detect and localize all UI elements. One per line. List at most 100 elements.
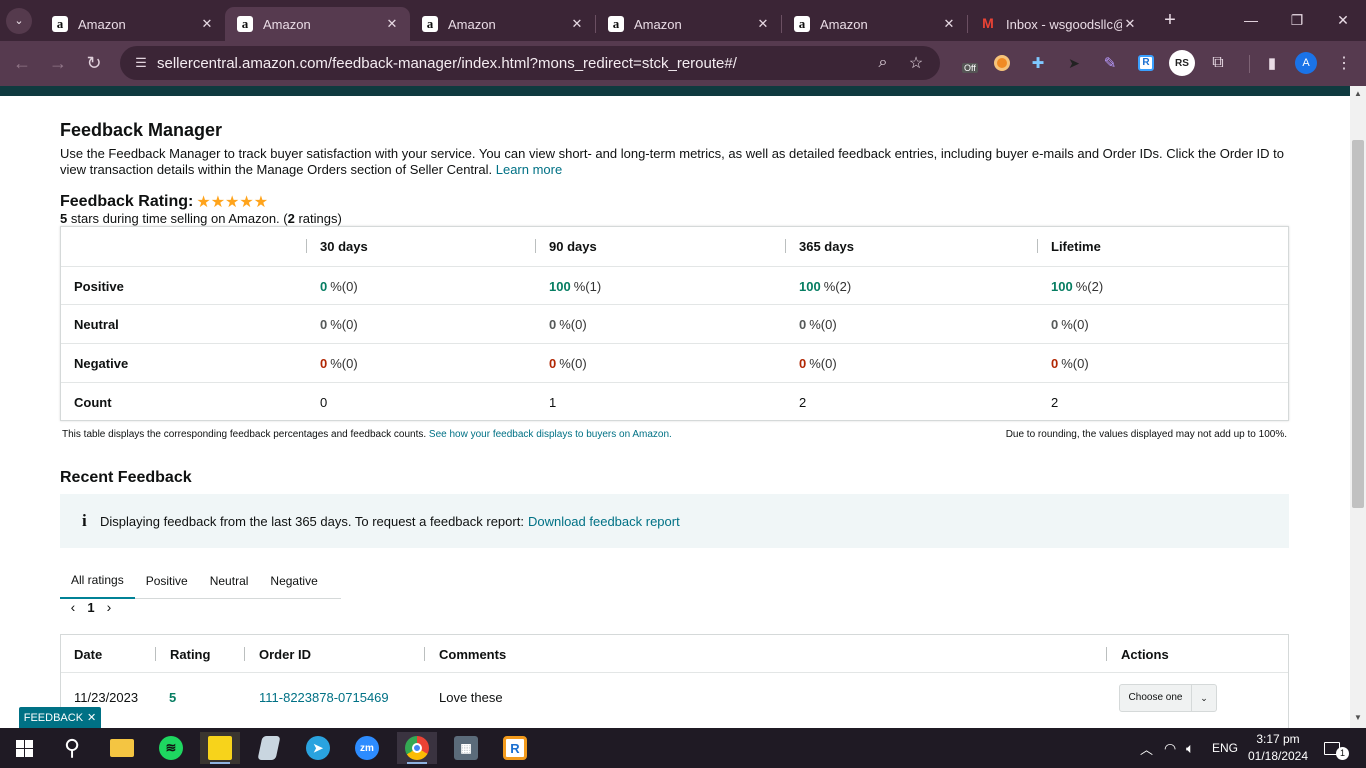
scroll-up-icon[interactable]: ▲	[1350, 89, 1366, 98]
browser-tab[interactable]: a Amazon ✕	[40, 7, 225, 41]
metric-count: %(0)	[559, 316, 587, 332]
page-scrollbar[interactable]: ▲ ▼	[1350, 86, 1366, 728]
extension-r-logo-icon[interactable]: R	[1133, 50, 1159, 76]
header-rating: Rating	[154, 635, 210, 673]
extension-blue-puzzle-icon[interactable]: ✚	[1025, 50, 1051, 76]
metric-percent: 0	[549, 316, 557, 332]
metric-cell: 0 %(0)	[799, 305, 837, 343]
profile-avatar[interactable]: A	[1295, 52, 1317, 74]
site-settings-icon[interactable]: ☰	[128, 55, 154, 71]
scrollbar-thumb[interactable]	[1352, 140, 1364, 508]
metric-cell: 100 %(2)	[799, 267, 851, 305]
forward-arrow-icon[interactable]: →	[40, 45, 76, 81]
notes-app-icon[interactable]	[249, 732, 289, 764]
extension-feather-icon[interactable]: ✎	[1097, 50, 1123, 76]
metric-percent: 0	[799, 316, 807, 332]
extension-off-icon[interactable]: Off ☁	[956, 50, 982, 76]
tab-search-icon[interactable]: ⌄	[6, 7, 32, 34]
tab-title: Amazon	[634, 16, 682, 32]
header-date: Date	[74, 646, 103, 662]
download-feedback-report-link[interactable]: Download feedback report	[528, 514, 680, 529]
back-arrow-icon[interactable]: ←	[4, 45, 40, 81]
tab-neutral[interactable]: Neutral	[199, 562, 260, 599]
browser-menu-icon[interactable]: ⋮	[1331, 50, 1357, 76]
tab-close-icon[interactable]: ✕	[384, 16, 400, 32]
info-icon: i	[82, 511, 87, 530]
info-text: Displaying feedback from the last 365 da…	[100, 513, 524, 529]
browser-tab[interactable]: a Amazon ✕	[596, 7, 781, 41]
windows-start-icon[interactable]	[4, 732, 44, 764]
telegram-icon[interactable]: ➤	[298, 732, 338, 764]
browser-tab-gmail[interactable]: M Inbox - wsgoodsllc@ ✕	[968, 7, 1148, 41]
language-indicator[interactable]: ENG	[1212, 728, 1238, 768]
window-close-icon[interactable]: ✕	[1320, 0, 1366, 40]
extensions-puzzle-icon[interactable]: ⧉	[1205, 50, 1231, 76]
zoom-icon[interactable]: zm	[347, 732, 387, 764]
tab-all-ratings[interactable]: All ratings	[60, 562, 135, 599]
order-id-link[interactable]: 111-8223878-0715469	[259, 674, 389, 720]
tab-positive[interactable]: Positive	[135, 562, 199, 599]
zoom-label: zm	[355, 736, 379, 760]
search-icon[interactable]: ⚲	[52, 732, 92, 764]
browser-tab[interactable]: a Amazon ✕	[410, 7, 595, 41]
feedback-tab-button[interactable]: FEEDBACK ✕	[19, 707, 101, 728]
browser-tab[interactable]: a Amazon ✕	[782, 7, 967, 41]
notification-center-icon[interactable]: 1	[1324, 728, 1349, 768]
url-text[interactable]: sellercentral.amazon.com/feedback-manage…	[157, 55, 737, 72]
bookmark-star-icon[interactable]: ☆	[901, 46, 931, 80]
new-tab-plus-icon[interactable]: +	[1156, 7, 1184, 35]
system-clock[interactable]: 3:17 pm 01/18/2024	[1246, 731, 1310, 765]
scroll-down-icon[interactable]: ▼	[1350, 713, 1366, 722]
feedback-display-link[interactable]: See how your feedback displays to buyers…	[429, 429, 672, 440]
sticky-notes-icon[interactable]	[200, 732, 240, 764]
previous-page-icon[interactable]: ‹	[66, 599, 80, 615]
minimize-icon[interactable]: —	[1228, 0, 1274, 40]
r-app-icon[interactable]: R	[495, 732, 535, 764]
recent-feedback-title: Recent Feedback	[60, 469, 192, 486]
volume-icon[interactable]: 🔈︎	[1186, 728, 1194, 768]
tab-close-icon[interactable]: ✕	[199, 16, 215, 32]
browser-tab-active[interactable]: a Amazon ✕	[225, 7, 410, 41]
chrome-icon[interactable]	[397, 732, 437, 764]
metric-count: %(1)	[573, 278, 602, 294]
actions-dropdown-label: Choose one	[1120, 684, 1192, 712]
metric-percent: 0	[320, 316, 328, 332]
restore-icon[interactable]: ❐	[1274, 0, 1320, 40]
address-bar[interactable]: ☰ sellercentral.amazon.com/feedback-mana…	[120, 46, 940, 80]
pagination: ‹ 1 ›	[66, 599, 116, 615]
next-page-icon[interactable]: ›	[102, 599, 116, 615]
metric-count: %(0)	[559, 355, 587, 371]
tab-close-icon[interactable]: ✕	[569, 16, 585, 32]
tab-close-icon[interactable]: ✕	[941, 16, 957, 32]
current-page[interactable]: 1	[80, 600, 102, 615]
close-icon[interactable]: ✕	[87, 711, 96, 724]
tab-title: Amazon	[78, 16, 126, 32]
tab-close-icon[interactable]: ✕	[755, 16, 771, 32]
row-label: Count	[74, 394, 112, 410]
avatar-letter: A	[1302, 57, 1310, 69]
spotify-icon[interactable]: ≋	[151, 732, 191, 764]
rating-summary-text: stars during time selling on Amazon. (	[67, 211, 288, 226]
metrics-row-neutral: Neutral 0 %(0) 0 %(0) 0 %(0) 0 %(0)	[61, 304, 1288, 343]
actions-dropdown[interactable]: Choose one ⌄	[1119, 684, 1217, 712]
column-header-lifetime: Lifetime	[1037, 227, 1101, 266]
tab-negative[interactable]: Negative	[259, 562, 328, 599]
tab-close-icon[interactable]: ✕	[1122, 16, 1138, 32]
metric-percent: 0	[1051, 355, 1059, 371]
zoom-magnifier-icon[interactable]: ⌕	[868, 46, 898, 80]
reload-icon[interactable]: ↻	[76, 45, 112, 81]
rating-stars-icon: ★★★★★	[196, 194, 269, 211]
extension-rs-icon[interactable]: RS	[1169, 50, 1195, 76]
show-hidden-icons-chevron-icon[interactable]: ︿	[1140, 728, 1153, 768]
column-header-30-days: 30 days	[306, 227, 368, 266]
metric-percent: 0	[320, 355, 328, 371]
wifi-icon[interactable]: ◠	[1164, 728, 1176, 768]
extension-orange-circle-icon[interactable]	[989, 50, 1015, 76]
extension-dark-icon[interactable]: ➤	[1061, 50, 1087, 76]
notification-count: 1	[1336, 747, 1349, 760]
side-panel-icon[interactable]: ▮	[1259, 50, 1285, 76]
learn-more-link[interactable]: Learn more	[496, 162, 562, 177]
file-explorer-icon[interactable]	[102, 732, 142, 764]
metric-cell: 2	[799, 394, 807, 410]
calculator-icon[interactable]: ▦	[446, 732, 486, 764]
